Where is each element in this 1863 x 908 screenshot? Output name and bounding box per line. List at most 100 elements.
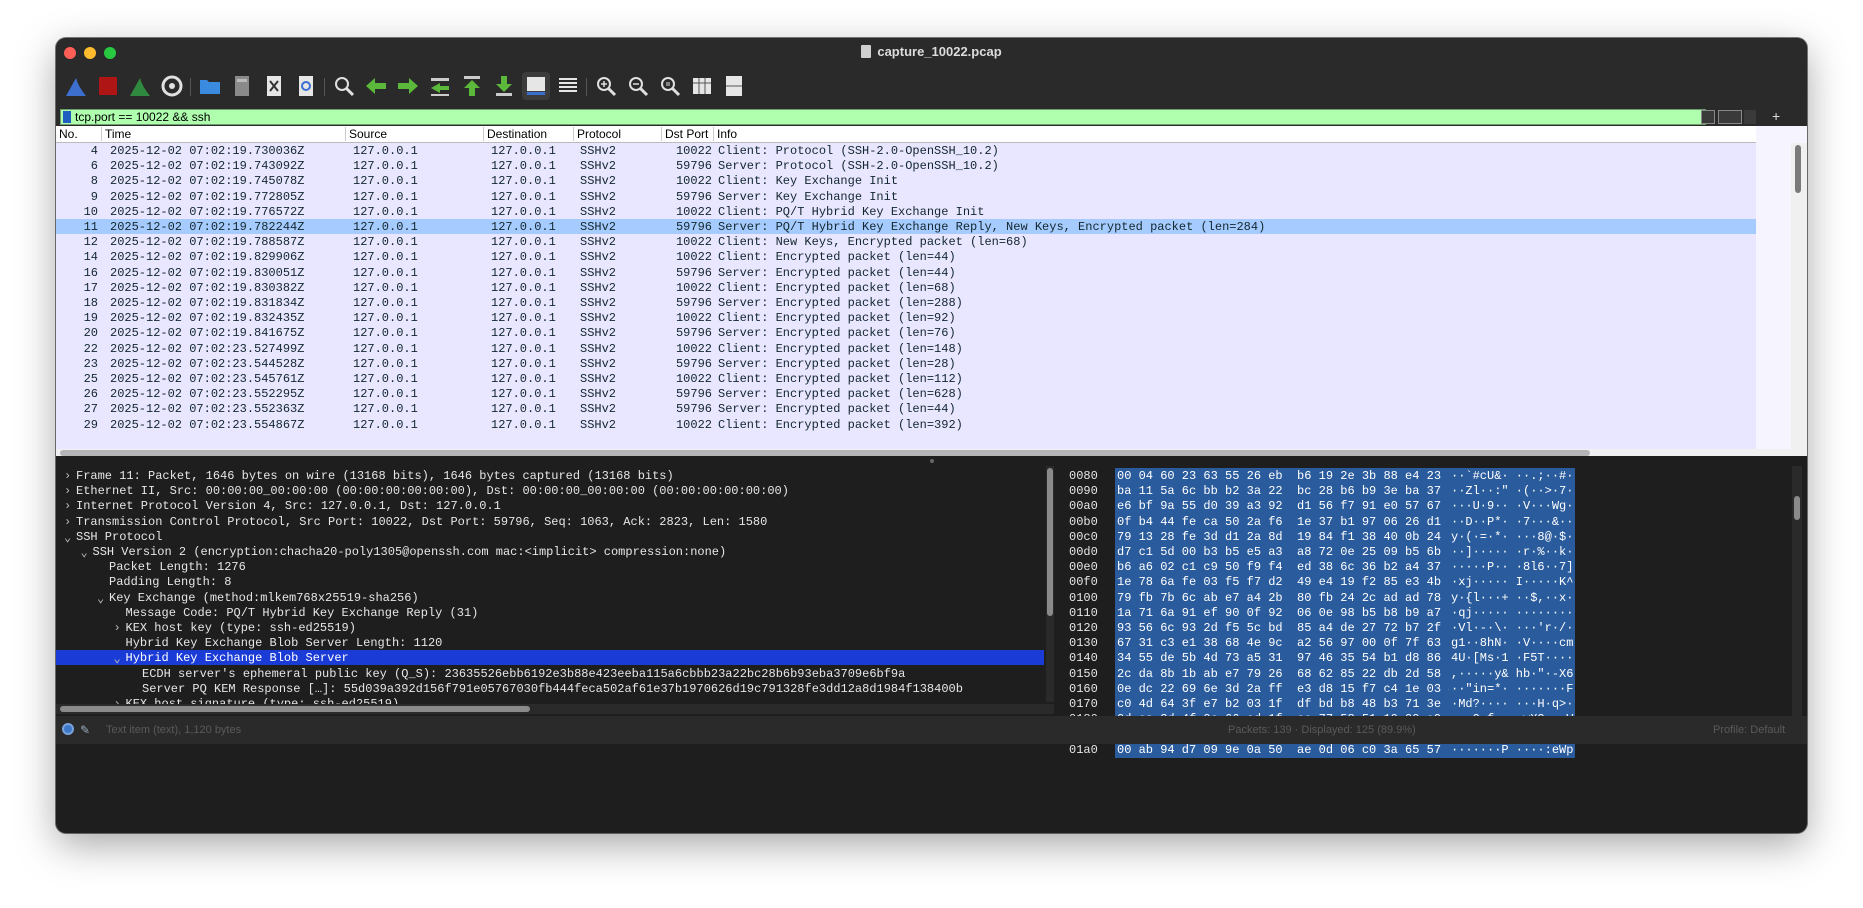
zoom-out-icon[interactable] bbox=[624, 72, 652, 100]
hex-bytes[interactable]: 0f b4 44 fe ca 50 2a f6 1e 37 b1 97 06 2… bbox=[1115, 513, 1466, 530]
ascii-bytes[interactable]: ·Vl·-·\· ···'r·/· bbox=[1449, 620, 1576, 636]
detail-tree-item[interactable]: Packet Length: 1276 bbox=[56, 559, 1044, 574]
apply-filter-arrow-icon[interactable] bbox=[1718, 110, 1742, 124]
reload-icon[interactable] bbox=[292, 72, 320, 100]
chevron-right-icon[interactable]: › bbox=[64, 469, 74, 483]
chevron-right-icon[interactable]: › bbox=[64, 499, 74, 513]
hex-bytes[interactable]: b6 a6 02 c1 c9 50 f9 f4 ed 38 6c 36 b2 a… bbox=[1115, 559, 1466, 576]
ascii-bytes[interactable]: ··]····· ·r·%··k· bbox=[1449, 544, 1576, 560]
column-header-protocol[interactable]: Protocol bbox=[574, 127, 662, 141]
chevron-down-icon[interactable]: ⌄ bbox=[114, 651, 124, 666]
detail-tree-item[interactable]: › Transmission Control Protocol, Src Port… bbox=[56, 514, 1044, 529]
chevron-down-icon[interactable]: ⌄ bbox=[64, 530, 74, 545]
last-packet-icon[interactable] bbox=[490, 72, 518, 100]
hex-bytes[interactable]: 93 56 6c 93 2d f5 5c bd 85 a4 de 27 72 b… bbox=[1115, 620, 1466, 636]
table-row[interactable]: 19 2025-12-02 07:02:19.832435Z 127.0.0.1 12… bbox=[56, 310, 1756, 325]
ascii-bytes[interactable]: y·{l···+ ··$,··x· bbox=[1449, 589, 1576, 606]
forward-arrow-icon[interactable] bbox=[394, 72, 422, 100]
detail-tree-item[interactable]: Server PQ KEM Response […]: 55d039a392d1… bbox=[56, 681, 1044, 696]
detail-tree-item[interactable]: ⌄ SSH Protocol bbox=[56, 529, 1044, 545]
shark-start-icon[interactable] bbox=[62, 72, 90, 100]
open-folder-icon[interactable] bbox=[196, 72, 224, 100]
filter-history-chevron-down-icon[interactable] bbox=[1744, 110, 1756, 124]
expand-icon[interactable] bbox=[720, 72, 748, 100]
expert-info-icon[interactable] bbox=[62, 723, 74, 735]
chevron-down-icon[interactable]: ⌄ bbox=[97, 591, 107, 606]
ascii-bytes[interactable]: ···U·9·· ·V···Wg· bbox=[1449, 498, 1576, 515]
table-row[interactable]: 9 2025-12-02 07:02:19.772805Z 127.0.0.1 127… bbox=[56, 189, 1756, 204]
ascii-bytes[interactable]: 4U·[Ms·1 ·F5T···· bbox=[1449, 650, 1576, 667]
table-row[interactable]: 29 2025-12-02 07:02:23.554867Z 127.0.0.1 12… bbox=[56, 417, 1756, 432]
ascii-bytes[interactable]: ·Md?···· ···H·q>· bbox=[1449, 696, 1576, 712]
hex-bytes[interactable]: 1e 78 6a fe 03 f5 f7 d2 49 e4 19 f2 85 e… bbox=[1115, 574, 1466, 591]
ascii-bytes[interactable]: ,·····y& hb·"·-X6 bbox=[1449, 665, 1576, 682]
status-profile[interactable]: Profile: Default bbox=[1713, 724, 1785, 736]
ascii-bytes[interactable]: g1··8hN· ·V····cm bbox=[1449, 635, 1576, 652]
find-icon[interactable] bbox=[330, 72, 358, 100]
column-header-info[interactable]: Info bbox=[714, 127, 1756, 141]
table-row[interactable]: 16 2025-12-02 07:02:19.830051Z 127.0.0.1 12… bbox=[56, 265, 1756, 280]
table-row[interactable]: 12 2025-12-02 07:02:19.788587Z 127.0.0.1 12… bbox=[56, 234, 1756, 249]
ascii-bytes[interactable]: ·xj····· I·····K^ bbox=[1449, 574, 1576, 591]
packet-list-vertical-scrollbar[interactable] bbox=[1791, 143, 1807, 449]
ascii-bytes[interactable]: ··Zl··:" ·(··>·7· bbox=[1449, 483, 1576, 500]
first-packet-icon[interactable] bbox=[458, 72, 486, 100]
stop-icon[interactable] bbox=[94, 72, 122, 100]
chevron-right-icon[interactable]: › bbox=[64, 515, 74, 529]
autoscroll-icon[interactable] bbox=[522, 72, 550, 100]
hex-bytes[interactable]: 2c da 8b 1b ab e7 79 26 68 62 85 22 db 2… bbox=[1115, 665, 1466, 682]
zoom-in-icon[interactable] bbox=[592, 72, 620, 100]
edit-comment-icon[interactable]: ✎ bbox=[80, 723, 92, 737]
hex-bytes[interactable]: e6 bf 9a 55 d0 39 a3 92 d1 56 f7 91 e0 5… bbox=[1115, 498, 1466, 515]
resize-columns-icon[interactable] bbox=[688, 72, 716, 100]
goto-packet-icon[interactable] bbox=[426, 72, 454, 100]
table-row[interactable]: 22 2025-12-02 07:02:23.527499Z 127.0.0.1 12… bbox=[56, 341, 1756, 356]
hex-bytes[interactable]: 0e dc 22 69 6e 3d 2a ff e3 d8 15 f7 c4 1… bbox=[1115, 680, 1466, 697]
table-row[interactable]: 20 2025-12-02 07:02:19.841675Z 127.0.0.1 12… bbox=[56, 325, 1756, 340]
column-header-source[interactable]: Source bbox=[346, 127, 484, 141]
table-row[interactable]: 10 2025-12-02 07:02:19.776572Z 127.0.0.1 12… bbox=[56, 204, 1756, 219]
display-filter-input[interactable] bbox=[75, 110, 1675, 124]
detail-tree-item[interactable]: › Internet Protocol Version 4, Src: 127.0… bbox=[56, 498, 1044, 513]
bookmark-icon[interactable] bbox=[63, 111, 71, 123]
table-row[interactable]: 17 2025-12-02 07:02:19.830382Z 127.0.0.1 12… bbox=[56, 280, 1756, 295]
hex-bytes[interactable]: ba 11 5a 6c bb b2 3a 22 bc 28 b6 b9 3e b… bbox=[1115, 483, 1466, 500]
table-row[interactable]: 14 2025-12-02 07:02:19.829906Z 127.0.0.1 12… bbox=[56, 249, 1756, 264]
save-file-icon[interactable] bbox=[228, 72, 256, 100]
column-header-no[interactable]: No. bbox=[56, 127, 102, 141]
column-header-time[interactable]: Time bbox=[102, 127, 346, 141]
hex-bytes[interactable]: 00 04 60 23 63 55 26 eb b6 19 2e 3b 88 e… bbox=[1115, 468, 1466, 484]
detail-tree-item[interactable]: › Ethernet II, Src: 00:00:00_00:00:00 (00… bbox=[56, 483, 1044, 498]
detail-tree-item[interactable]: ⌄ Hybrid Key Exchange Blob Server bbox=[56, 650, 1044, 666]
details-vertical-scrollbar[interactable] bbox=[1046, 466, 1054, 702]
hex-bytes[interactable]: 34 55 de 5b 4d 73 a5 31 97 46 35 54 b1 d… bbox=[1115, 650, 1466, 667]
ascii-bytes[interactable]: ·····P·· ·8l6··7] bbox=[1449, 559, 1576, 576]
table-row[interactable]: 25 2025-12-02 07:02:23.545761Z 127.0.0.1 12… bbox=[56, 371, 1756, 386]
zoom-reset-icon[interactable] bbox=[656, 72, 684, 100]
table-row[interactable]: 27 2025-12-02 07:02:23.552363Z 127.0.0.1 12… bbox=[56, 401, 1756, 416]
detail-tree-item[interactable]: Hybrid Key Exchange Blob Server Length: … bbox=[56, 635, 1044, 650]
hex-bytes[interactable]: 1a 71 6a 91 ef 90 0f 92 06 0e 98 b5 b8 b… bbox=[1115, 604, 1466, 621]
hex-bytes[interactable]: c0 4d 64 3f e7 b2 03 1f df bd b8 48 b3 7… bbox=[1115, 696, 1466, 712]
chevron-down-icon[interactable]: ⌄ bbox=[81, 545, 91, 560]
ascii-bytes[interactable]: ··"in=*· ·······F bbox=[1449, 680, 1576, 697]
pane-splitter[interactable] bbox=[56, 456, 1807, 466]
hex-bytes[interactable]: 79 fb 7b 6c ab e7 a4 2b 80 fb 24 2c ad a… bbox=[1115, 589, 1466, 606]
detail-tree-item[interactable]: ECDH server's ephemeral public key (Q_S)… bbox=[56, 666, 1044, 681]
detail-tree-item[interactable]: ⌄ Key Exchange (method:mlkem768x25519-sha… bbox=[56, 590, 1044, 606]
detail-tree-item[interactable]: › Frame 11: Packet, 1646 bytes on wire (1… bbox=[56, 468, 1044, 483]
back-arrow-icon[interactable] bbox=[362, 72, 390, 100]
column-header-destination[interactable]: Destination bbox=[484, 127, 574, 141]
close-file-icon[interactable] bbox=[260, 72, 288, 100]
restart-icon[interactable] bbox=[126, 72, 154, 100]
table-row[interactable]: 8 2025-12-02 07:02:19.745078Z 127.0.0.1 127… bbox=[56, 173, 1756, 188]
detail-tree-item[interactable]: Padding Length: 8 bbox=[56, 574, 1044, 589]
ascii-bytes[interactable]: ··D··P*· ·7···&·· bbox=[1449, 513, 1576, 530]
ascii-bytes[interactable]: ··`#cU&· ··.;··#· bbox=[1449, 468, 1576, 484]
chevron-right-icon[interactable]: › bbox=[64, 484, 74, 498]
hex-bytes[interactable]: 79 13 28 fe 3d d1 2a 8d 19 84 f1 38 40 0… bbox=[1115, 528, 1466, 545]
detail-tree-item[interactable]: ⌄ SSH Version 2 (encryption:chacha20-poly… bbox=[56, 544, 1044, 560]
table-row[interactable]: 6 2025-12-02 07:02:19.743092Z 127.0.0.1 127… bbox=[56, 158, 1756, 173]
chevron-right-icon[interactable]: › bbox=[114, 621, 124, 635]
ascii-bytes[interactable]: ·qj····· ········ bbox=[1449, 604, 1576, 621]
